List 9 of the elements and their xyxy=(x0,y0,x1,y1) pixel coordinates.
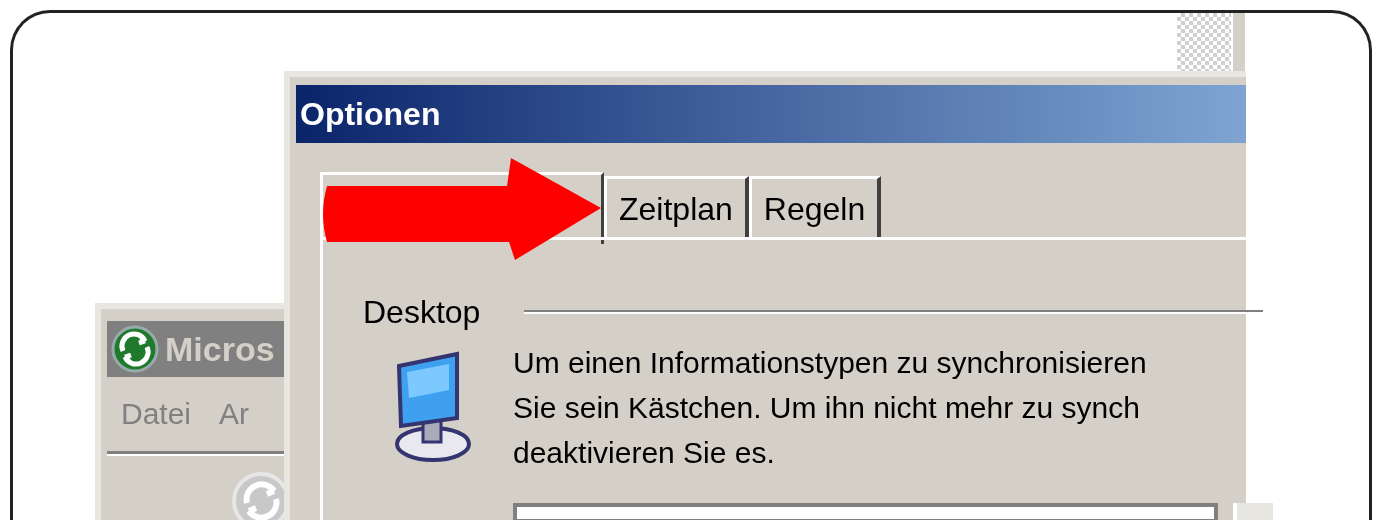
tab[interactable]: Regeln xyxy=(748,176,882,238)
window-title: Micros xyxy=(165,328,275,370)
checker-pattern xyxy=(1177,13,1231,73)
sync-icon xyxy=(111,325,159,373)
group-label: Desktop xyxy=(363,293,482,332)
computer-icon xyxy=(393,350,473,462)
description-text: Um einen Informationstypen zu synchronisieren Sie sein Kästchen. Um ihn nicht mehr zu synch deaktivieren Sie es. xyxy=(513,345,1147,471)
window-title: Optionen xyxy=(300,95,441,134)
tab[interactable]: Zeitplan xyxy=(604,176,749,238)
